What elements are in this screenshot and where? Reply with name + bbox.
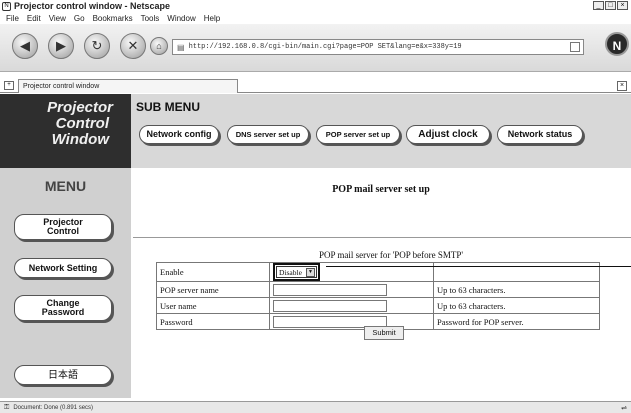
sidebar-item-projector-control[interactable]: Projector Control: [14, 214, 112, 240]
address-bar[interactable]: ▤ http://192.168.0.8/cgi-bin/main.cgi?pa…: [172, 39, 584, 55]
menu-title: MENU: [44, 178, 87, 194]
brand-line-1: Projector: [47, 99, 113, 116]
bookmark-icon[interactable]: [570, 42, 580, 52]
netscape-app-icon: N: [2, 1, 11, 11]
sidebar-item-label: 日本語: [48, 369, 78, 381]
row-label: POP server name: [156, 281, 270, 298]
stop-icon[interactable]: ✕: [120, 33, 146, 59]
user-name-cell: [269, 297, 434, 314]
enable-select[interactable]: Disable ▼: [276, 266, 317, 278]
menu-window[interactable]: Window: [167, 14, 195, 23]
table-row: User name Up to 63 characters.: [156, 297, 600, 314]
sidebar-item-label: Projector Control: [43, 217, 83, 236]
adjust-clock-button[interactable]: Adjust clock: [406, 125, 490, 144]
window-title-bar: N Projector control window - Netscape _ …: [0, 0, 631, 12]
address-url[interactable]: http://192.168.0.8/cgi-bin/main.cgi?page…: [189, 43, 462, 51]
enable-select-highlight: Disable ▼: [273, 263, 320, 281]
row-note: Up to 63 characters.: [433, 297, 600, 314]
form-caption: POP mail server for 'POP before SMTP': [318, 250, 464, 260]
sidebar-item-label: Network Setting: [28, 262, 98, 273]
submenu-title: SUB MENU: [136, 100, 201, 114]
sidebar-item-network-setting[interactable]: Network Setting: [14, 258, 112, 278]
row-note: Password for POP server.: [433, 313, 600, 330]
maximize-button[interactable]: □: [605, 1, 616, 10]
status-text: Document: Done (0.891 secs): [13, 404, 94, 411]
brand-panel: Projector Control Window: [0, 94, 131, 168]
submit-button[interactable]: Submit: [364, 326, 404, 340]
window-title: Projector control window - Netscape: [14, 1, 171, 11]
chevron-down-icon[interactable]: ▼: [305, 267, 315, 277]
new-tab-icon[interactable]: +: [4, 81, 14, 90]
web-page: Projector Control Window SUB MENU Networ…: [0, 94, 631, 398]
sidebar-menu: MENU Projector Control Network Setting C…: [0, 168, 131, 398]
row-note: Up to 63 characters.: [433, 281, 600, 298]
network-config-button[interactable]: Network config: [139, 125, 219, 144]
divider: [133, 237, 631, 238]
close-window-button[interactable]: ×: [617, 1, 628, 10]
sidebar-item-label: Change Password: [41, 298, 85, 317]
menu-view[interactable]: View: [49, 14, 66, 23]
row-label: Password: [156, 313, 270, 330]
main-content: POP mail server set up POP mail server f…: [131, 168, 631, 398]
pop-server-setup-button[interactable]: POP server set up: [316, 125, 400, 144]
network-status-button[interactable]: Network status: [497, 125, 583, 144]
window-controls: _ □ ×: [593, 1, 628, 10]
netscape-logo-icon: N: [605, 32, 629, 56]
user-name-input[interactable]: [273, 299, 387, 312]
tab-projector-control[interactable]: Projector control window: [18, 79, 238, 93]
menu-file[interactable]: File: [6, 14, 19, 23]
menu-tools[interactable]: Tools: [141, 14, 160, 23]
pop-server-name-input[interactable]: [273, 283, 387, 296]
page-title: POP mail server set up: [332, 184, 430, 195]
menu-edit[interactable]: Edit: [27, 14, 41, 23]
submenu-bar: SUB MENU Network config DNS server set u…: [131, 94, 631, 168]
enable-select-value: Disable: [279, 267, 302, 277]
sidebar-item-japanese[interactable]: 日本語: [14, 365, 112, 385]
callout-line: [326, 266, 631, 267]
pop-server-name-cell: [269, 281, 434, 298]
sidebar-item-change-password[interactable]: Change Password: [14, 295, 112, 321]
reload-icon[interactable]: ↻: [84, 33, 110, 59]
menu-bar: File Edit View Go Bookmarks Tools Window…: [0, 12, 631, 24]
menu-bookmarks[interactable]: Bookmarks: [93, 14, 133, 23]
back-icon[interactable]: ◀: [12, 33, 38, 59]
security-icon: ⚿: [4, 403, 10, 411]
status-bar: ⚿ Document: Done (0.891 secs) ⇌: [0, 401, 631, 413]
tab-label: Projector control window: [23, 83, 100, 90]
pop-settings-table: Enable Disable ▼ POP server name Up to 6…: [156, 262, 600, 330]
brand-line-3: Window: [51, 131, 109, 148]
minimize-button[interactable]: _: [593, 1, 604, 10]
home-icon[interactable]: ⌂: [150, 37, 168, 55]
connection-icon: ⇌: [621, 405, 627, 412]
navigation-toolbar: ◀ ▶ ↻ ✕ ⌂ ▤ http://192.168.0.8/cgi-bin/m…: [0, 24, 631, 72]
page-icon: ▤: [177, 42, 185, 52]
dns-server-setup-button[interactable]: DNS server set up: [227, 125, 309, 144]
close-tab-icon[interactable]: ×: [617, 81, 627, 91]
row-label: Enable: [156, 262, 270, 282]
menu-go[interactable]: Go: [74, 14, 85, 23]
row-label: User name: [156, 297, 270, 314]
password-cell: [269, 313, 434, 330]
menu-help[interactable]: Help: [204, 14, 220, 23]
tab-strip: + Projector control window ×: [0, 79, 631, 93]
forward-icon[interactable]: ▶: [48, 33, 74, 59]
brand-line-2: Control: [55, 115, 109, 132]
table-row: POP server name Up to 63 characters.: [156, 281, 600, 298]
